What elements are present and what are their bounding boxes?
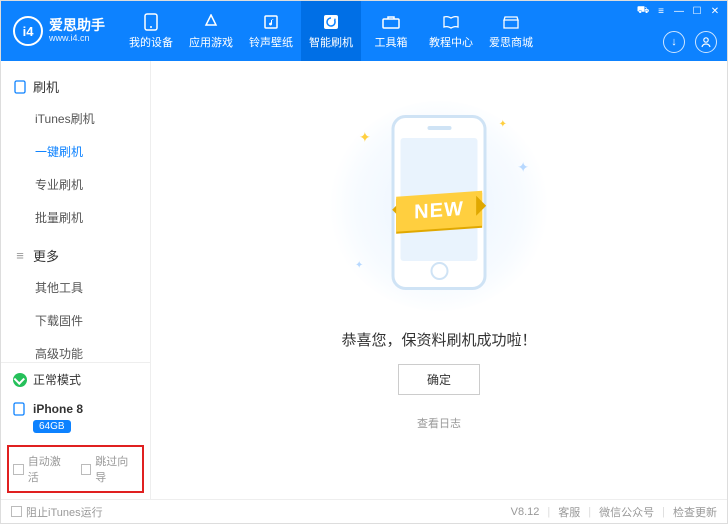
cart-icon[interactable]: ⛟ (637, 5, 649, 17)
checkbox-icon (81, 464, 92, 475)
app-url: www.i4.cn (49, 34, 105, 44)
refresh-icon (322, 13, 340, 31)
nav-flash[interactable]: 智能刷机 (301, 1, 361, 61)
storage-badge: 64GB (33, 420, 71, 433)
sidebar-item-other-tools[interactable]: 其他工具 (1, 271, 150, 304)
sparkle-icon: ✦ (517, 159, 529, 176)
nav-ringtone[interactable]: 铃声壁纸 (241, 1, 301, 61)
sparkle-icon: ✦ (499, 119, 507, 130)
check-update-link[interactable]: 检查更新 (673, 504, 717, 520)
chk-label: 阻止iTunes运行 (26, 504, 103, 520)
nav-store[interactable]: 爱思商城 (481, 1, 541, 61)
apps-icon (202, 13, 220, 31)
sparkle-icon: ✦ (355, 260, 363, 271)
success-illustration: ✦ ✦ ✦ ✦ NEW (329, 101, 549, 311)
wechat-link[interactable]: 微信公众号 (599, 504, 654, 520)
sidebar-group-more[interactable]: ≡ 更多 (1, 240, 150, 271)
sidebar-item-pro-flash[interactable]: 专业刷机 (1, 168, 150, 201)
sidebar-item-oneclick-flash[interactable]: 一键刷机 (1, 135, 150, 168)
window-controls: ⛟ ≡ — ☐ ✕ (637, 5, 721, 17)
phone-icon (142, 13, 160, 31)
phone-small-icon (13, 402, 27, 416)
logo: i4 爱思助手 www.i4.cn (1, 16, 121, 46)
minimize-icon[interactable]: — (673, 5, 685, 17)
sidebar: 刷机 iTunes刷机 一键刷机 专业刷机 批量刷机 ≡ 更多 其他工具 下载固… (1, 61, 151, 499)
nav-label: 教程中心 (429, 34, 473, 50)
checkbox-skip-setup[interactable]: 跳过向导 (81, 453, 139, 485)
device-row[interactable]: iPhone 8 (1, 396, 150, 418)
body: 刷机 iTunes刷机 一键刷机 专业刷机 批量刷机 ≡ 更多 其他工具 下载固… (1, 61, 727, 499)
main-panel: ✦ ✦ ✦ ✦ NEW 恭喜您，保资料刷机成功啦！ 确定 查看日志 (151, 61, 727, 499)
sidebar-item-batch-flash[interactable]: 批量刷机 (1, 201, 150, 234)
success-message: 恭喜您，保资料刷机成功啦！ (341, 329, 536, 350)
checkbox-block-itunes[interactable]: 阻止iTunes运行 (11, 504, 103, 520)
nav-toolbox[interactable]: 工具箱 (361, 1, 421, 61)
chk-label: 自动激活 (28, 453, 71, 485)
download-button[interactable]: ↓ (663, 31, 685, 53)
mode-label: 正常模式 (33, 371, 81, 388)
nav-label: 铃声壁纸 (249, 34, 293, 50)
nav-label: 应用游戏 (189, 34, 233, 50)
nav-label: 工具箱 (375, 34, 408, 50)
toolbox-icon (382, 13, 400, 31)
music-icon (262, 13, 280, 31)
sidebar-bottom: 正常模式 iPhone 8 64GB 自动激活 跳过向导 (1, 362, 150, 499)
chk-label: 跳过向导 (95, 453, 138, 485)
more-icon: ≡ (13, 249, 27, 263)
menu-icon[interactable]: ≡ (655, 5, 667, 17)
sidebar-group-flash[interactable]: 刷机 (1, 71, 150, 102)
nav-my-device[interactable]: 我的设备 (121, 1, 181, 61)
device-name: iPhone 8 (33, 402, 83, 416)
group-title: 刷机 (33, 77, 59, 96)
ok-button[interactable]: 确定 (398, 364, 480, 395)
store-icon (502, 13, 520, 31)
group-title: 更多 (33, 246, 59, 265)
nav-apps[interactable]: 应用游戏 (181, 1, 241, 61)
highlighted-options: 自动激活 跳过向导 (7, 445, 144, 493)
title-bar: i4 爱思助手 www.i4.cn 我的设备 应用游戏 铃声壁纸 智能刷机 (1, 1, 727, 61)
checkbox-auto-activate[interactable]: 自动激活 (13, 453, 71, 485)
book-icon (442, 13, 460, 31)
new-ribbon: NEW (396, 194, 482, 229)
sidebar-item-advanced[interactable]: 高级功能 (1, 337, 150, 362)
version-label: V8.12 (511, 506, 540, 518)
account-button[interactable] (695, 31, 717, 53)
sidebar-item-download-firmware[interactable]: 下载固件 (1, 304, 150, 337)
status-ok-icon (13, 373, 27, 387)
ribbon-text: NEW (396, 191, 482, 232)
sidebar-item-itunes-flash[interactable]: iTunes刷机 (1, 102, 150, 135)
nav-tutorial[interactable]: 教程中心 (421, 1, 481, 61)
app-window: i4 爱思助手 www.i4.cn 我的设备 应用游戏 铃声壁纸 智能刷机 (0, 0, 728, 524)
close-icon[interactable]: ✕ (709, 5, 721, 17)
nav-label: 智能刷机 (309, 34, 353, 50)
maximize-icon[interactable]: ☐ (691, 5, 703, 17)
top-nav: 我的设备 应用游戏 铃声壁纸 智能刷机 工具箱 教程中心 (121, 1, 541, 61)
status-bar: 阻止iTunes运行 V8.12 | 客服 | 微信公众号 | 检查更新 (1, 499, 727, 523)
device-icon (13, 80, 27, 94)
sparkle-icon: ✦ (359, 129, 371, 146)
checkbox-icon (13, 464, 24, 475)
support-link[interactable]: 客服 (558, 504, 580, 520)
view-log-link[interactable]: 查看日志 (417, 415, 461, 431)
logo-icon: i4 (13, 16, 43, 46)
nav-label: 爱思商城 (489, 34, 533, 50)
device-mode[interactable]: 正常模式 (1, 363, 150, 396)
checkbox-icon (11, 506, 22, 517)
app-name: 爱思助手 (49, 18, 105, 33)
nav-label: 我的设备 (129, 34, 173, 50)
header-actions: ↓ (663, 31, 717, 53)
